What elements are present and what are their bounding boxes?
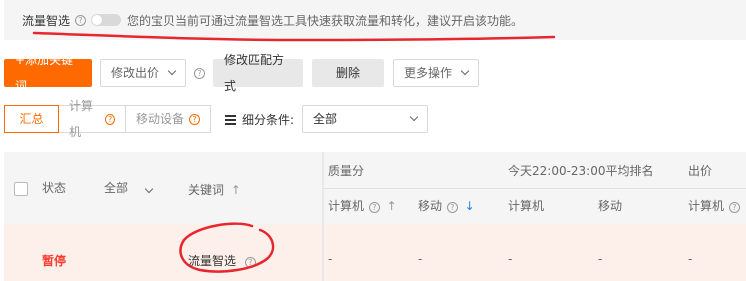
more-actions-label: 更多操作 (404, 66, 453, 80)
help-icon[interactable]: ? (446, 202, 458, 213)
row-status: 暂停 (42, 254, 67, 268)
tab-mobile-label: 移动设备 (136, 112, 185, 126)
header-quality-mobile[interactable]: 移动 ? ↓ (418, 197, 475, 214)
tab-summary-label: 汇总 (19, 112, 44, 126)
filter-select-value: 全部 (313, 112, 338, 126)
traffic-smart-toggle[interactable] (91, 14, 122, 26)
table-row[interactable] (4, 224, 746, 281)
chevron-down-icon (144, 184, 154, 194)
status-filter-label: 全部 (104, 181, 129, 195)
modify-bid-label: 修改出价 (111, 66, 160, 80)
filter-label: 细分条件: (242, 112, 295, 127)
select-all-checkbox[interactable] (14, 182, 28, 196)
modify-match-button[interactable]: 修改匹配方式 (213, 53, 303, 93)
help-icon[interactable]: ? (105, 113, 115, 125)
row-keyword[interactable]: 流量智选 ? (188, 252, 256, 269)
header-status: 状态 (42, 181, 67, 195)
header-keyword-label: 关键词 (188, 183, 225, 197)
tab-computer[interactable]: 计算机 ? (58, 99, 126, 139)
filter-select[interactable]: 全部 (302, 105, 429, 133)
tab-mobile[interactable]: 移动设备 ? (125, 105, 211, 133)
chevron-down-icon (460, 66, 470, 76)
header-avg-rank: 今天22:00-23:00平均排名 (508, 164, 654, 178)
delete-button[interactable]: 删除 (312, 59, 384, 87)
header-quality-computer[interactable]: 计算机 ? ↑ (328, 197, 397, 214)
bid-computer-label: 计算机 (688, 199, 725, 213)
modify-match-label: 修改匹配方式 (224, 53, 285, 93)
header-subdivider (324, 188, 746, 189)
status-filter-dropdown[interactable]: 全部 (104, 179, 154, 196)
row-rank-mobile: - (598, 252, 603, 266)
help-icon[interactable]: ? (728, 202, 740, 213)
keyword-table: 状态 全部 关键词 ↑ 质量分 今天22:00-23:00平均排名 出价 计算机… (4, 152, 746, 281)
row-bid-computer: - (688, 252, 693, 266)
device-filter-row: 汇总 计算机 ? 移动设备 ? 细分条件: 全部 (4, 99, 429, 139)
modify-bid-dropdown[interactable]: 修改出价 (100, 59, 186, 87)
row-keyword-label: 流量智选 (188, 254, 237, 268)
quality-computer-label: 计算机 (328, 199, 365, 213)
help-icon[interactable]: ? (75, 14, 87, 26)
row-rank-computer: - (508, 252, 513, 266)
notice-description: 您的宝贝当前可通过流量智选工具快速获取流量和转化，建议开启该功能。 (127, 13, 524, 28)
add-keyword-label: +添加关键词 (15, 53, 74, 93)
notice-title: 流量智选 (22, 13, 71, 28)
help-icon[interactable]: ? (189, 113, 200, 125)
tab-summary[interactable]: 汇总 (4, 105, 59, 133)
header-bid-computer[interactable]: 计算机 ? (688, 197, 740, 214)
delete-label: 删除 (335, 66, 360, 80)
traffic-smart-notice: 流量智选 ? 您的宝贝当前可通过流量智选工具快速获取流量和转化，建议开启该功能。 (4, 0, 746, 40)
sort-up-icon: ↑ (386, 199, 397, 213)
tab-computer-label: 计算机 (69, 99, 94, 139)
help-icon[interactable]: ? (244, 257, 256, 268)
help-icon[interactable]: ? (368, 202, 380, 213)
add-keyword-button[interactable]: +添加关键词 (4, 53, 92, 93)
header-keyword[interactable]: 关键词 ↑ (188, 181, 241, 198)
list-icon (225, 114, 236, 125)
sort-down-icon: ↓ (464, 199, 475, 213)
header-rank-mobile: 移动 (598, 199, 623, 213)
help-icon[interactable]: ? (194, 67, 205, 79)
quality-mobile-label: 移动 (418, 199, 443, 213)
more-actions-dropdown[interactable]: 更多操作 (393, 59, 479, 87)
header-quality: 质量分 (328, 164, 365, 178)
chevron-down-icon (409, 112, 419, 122)
sort-up-icon: ↑ (230, 183, 241, 197)
column-divider (322, 152, 324, 281)
chevron-down-icon (167, 66, 177, 76)
header-rank-computer: 计算机 (508, 199, 545, 213)
row-quality-mobile: - (418, 252, 423, 266)
row-quality-computer: - (328, 252, 333, 266)
action-toolbar: +添加关键词 修改出价 ? 修改匹配方式 删除 更多操作 (4, 53, 479, 93)
header-bid: 出价 (688, 164, 713, 178)
